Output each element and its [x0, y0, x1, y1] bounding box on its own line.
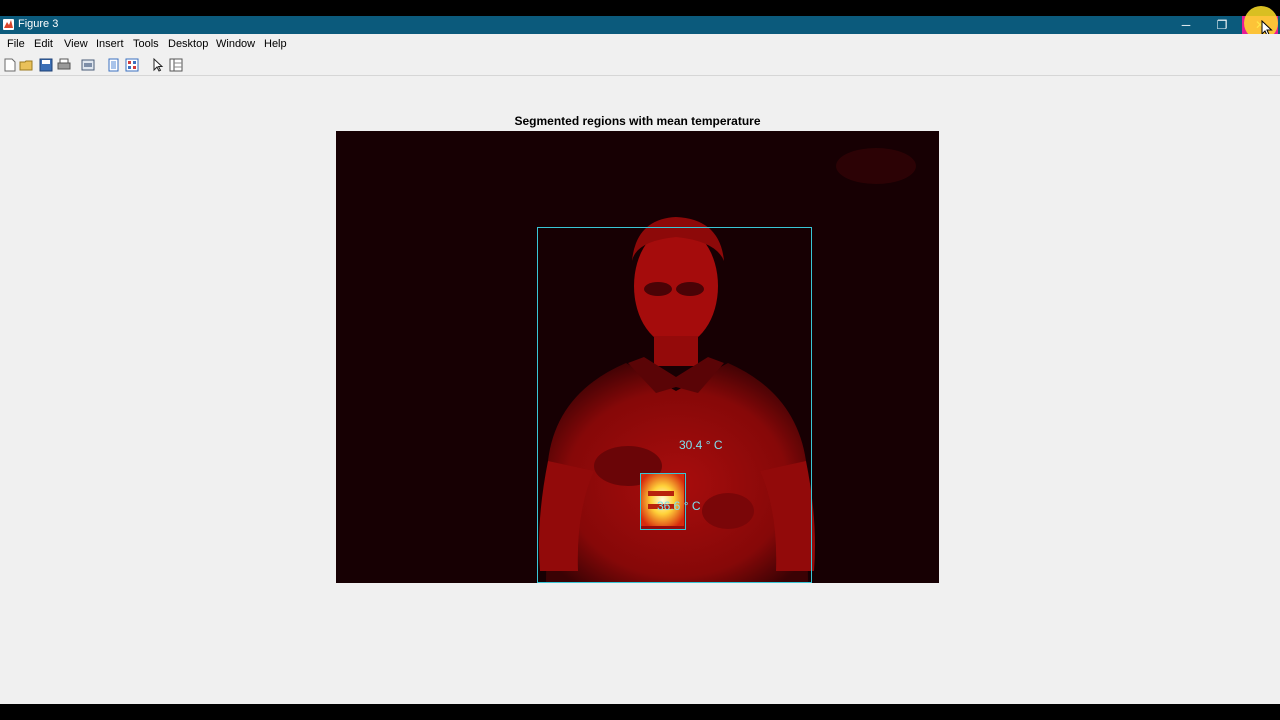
- figure-window: File Edit View Insert Tools Desktop Wind…: [0, 34, 1280, 704]
- matlab-icon: [3, 19, 14, 30]
- print-preview-icon[interactable]: [80, 57, 96, 73]
- screen-top-bar: [0, 0, 1280, 16]
- open-file-icon[interactable]: [19, 57, 35, 73]
- thermal-image-axes: 30.4 ° C 36.6 ° C: [336, 131, 939, 583]
- region-label-body: 30.4 ° C: [679, 438, 723, 452]
- show-plot-tools-icon[interactable]: [106, 57, 122, 73]
- minimize-button[interactable]: ─: [1168, 16, 1204, 34]
- menu-file[interactable]: File: [7, 38, 25, 50]
- edit-plot-cursor-icon[interactable]: [150, 57, 166, 73]
- window-titlebar[interactable]: Figure 3 ─ ❐ ✕: [0, 16, 1280, 34]
- hide-plot-tools-icon[interactable]: [124, 57, 140, 73]
- print-icon[interactable]: [56, 57, 72, 73]
- menu-view[interactable]: View: [64, 38, 88, 50]
- save-icon[interactable]: [38, 57, 54, 73]
- menu-help[interactable]: Help: [264, 38, 287, 50]
- figure-title: Segmented regions with mean temperature: [514, 114, 761, 128]
- menu-insert[interactable]: Insert: [96, 38, 124, 50]
- new-figure-icon[interactable]: [2, 57, 18, 73]
- property-editor-icon[interactable]: [168, 57, 184, 73]
- figure-toolbar: [0, 55, 1280, 76]
- window-title: Figure 3: [18, 18, 59, 30]
- menu-bar: File Edit View Insert Tools Desktop Wind…: [0, 34, 1280, 54]
- menu-edit[interactable]: Edit: [34, 38, 53, 50]
- menu-tools[interactable]: Tools: [133, 38, 159, 50]
- screen-bottom-bar: [0, 704, 1280, 720]
- region-label-hot-object: 36.6 ° C: [657, 499, 701, 513]
- restore-button[interactable]: ❐: [1204, 16, 1240, 34]
- menu-desktop[interactable]: Desktop: [168, 38, 208, 50]
- menu-window[interactable]: Window: [216, 38, 255, 50]
